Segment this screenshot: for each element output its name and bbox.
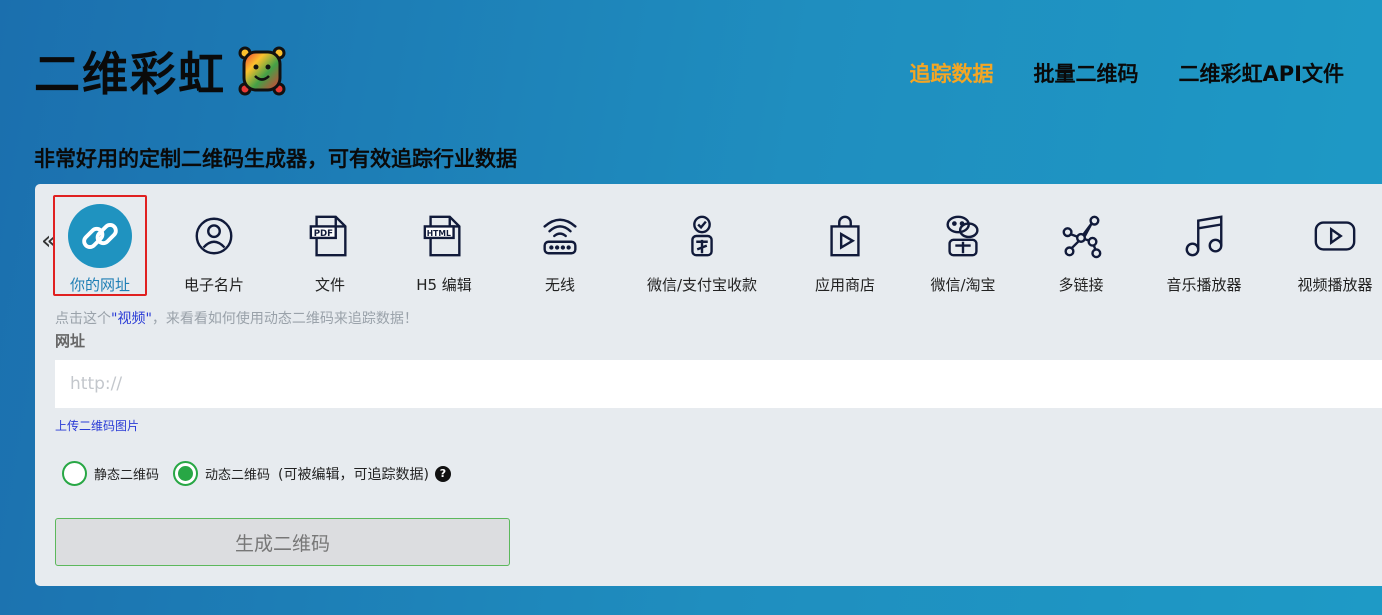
top-nav: 追踪数据 批量二维码 二维彩虹API文件 [910, 58, 1344, 88]
logo-text: 二维彩虹 [34, 47, 226, 101]
type-label: 视频播放器 [1297, 276, 1373, 294]
type-url[interactable]: 你的网址 [35, 204, 165, 295]
nav-tracking-data[interactable]: 追踪数据 [910, 58, 994, 88]
type-multi-link[interactable]: 多链接 [1016, 204, 1146, 295]
radio-circle[interactable] [62, 461, 87, 486]
type-label: H5 编辑 [416, 276, 472, 294]
type-video[interactable]: 视频播放器 [1270, 204, 1382, 295]
site-logo[interactable]: 二维彩虹 [34, 38, 286, 104]
type-file[interactable]: PDF 文件 [265, 204, 395, 295]
upload-qr-image-link[interactable]: 上传二维码图片 [55, 417, 139, 434]
nav-api-docs[interactable]: 二维彩虹API文件 [1179, 58, 1344, 88]
url-field-label: 网址 [55, 332, 86, 350]
type-label: 电子名片 [183, 276, 244, 294]
dynamic-qr-radio[interactable]: 动态二维码 (可被编辑，可追踪数据) ? [173, 461, 451, 486]
radio-circle-checked[interactable] [173, 461, 199, 486]
type-label: 微信/支付宝收款 [646, 276, 758, 294]
qr-generator-card: « 你的网址 电子名片 PDF 文件 HTML H5 编辑 无线 微信/支付宝收… [35, 184, 1382, 586]
type-label: 多链接 [1058, 276, 1104, 294]
nav-batch-qr[interactable]: 批量二维码 [1034, 58, 1139, 88]
type-music[interactable]: 音乐播放器 [1139, 204, 1269, 295]
type-label: 文件 [314, 276, 345, 294]
type-h5[interactable]: HTML H5 编辑 [379, 204, 509, 295]
url-input[interactable] [55, 360, 1382, 408]
type-label: 音乐播放器 [1166, 276, 1242, 294]
help-icon[interactable]: ? [434, 465, 451, 482]
app-store-bag-icon [830, 215, 860, 257]
pdf-file-icon: PDF [309, 215, 347, 257]
type-vcard[interactable]: 电子名片 [149, 204, 279, 295]
hint-prefix: 点击这个 [55, 311, 111, 327]
wifi-router-icon [543, 218, 577, 255]
generate-qr-button[interactable]: 生成二维码 [55, 518, 510, 566]
payment-icon [691, 215, 713, 257]
video-play-icon [1314, 221, 1356, 251]
type-payment[interactable]: 微信/支付宝收款 [637, 204, 767, 295]
html-file-icon: HTML [423, 215, 461, 257]
static-qr-label: 静态二维码 [94, 468, 160, 483]
dynamic-qr-label: 动态二维码 [205, 468, 271, 483]
type-label: 无线 [544, 276, 575, 294]
qr-type-carousel: 你的网址 电子名片 PDF 文件 HTML H5 编辑 无线 微信/支付宝收款 … [35, 184, 1382, 304]
type-wechat-taobao[interactable]: 微信/淘宝 [898, 204, 1028, 295]
type-label: 应用商店 [814, 276, 875, 294]
link-icon [82, 223, 118, 249]
type-label: 微信/淘宝 [930, 276, 996, 294]
dynamic-qr-note: (可被编辑，可追踪数据) [278, 466, 429, 483]
radio-dot [178, 466, 194, 481]
svg-text:HTML: HTML [427, 229, 451, 238]
page-tagline: 非常好用的定制二维码生成器，可有效追踪行业数据 [34, 147, 517, 171]
type-label: 你的网址 [69, 276, 130, 294]
type-app-store[interactable]: 应用商店 [780, 204, 910, 295]
static-qr-radio[interactable]: 静态二维码 [62, 461, 159, 486]
video-link[interactable]: "视频" [111, 311, 152, 327]
wechat-taobao-icon [946, 215, 979, 257]
qr-mode-options: 静态二维码 动态二维码 (可被编辑，可追踪数据) ? [62, 461, 465, 486]
type-wifi[interactable]: 无线 [495, 204, 625, 295]
music-note-icon [1185, 215, 1223, 257]
svg-text:PDF: PDF [314, 229, 333, 239]
video-hint: 点击这个"视频"，来看看如何使用动态二维码来追踪数据！ [55, 308, 418, 328]
rainbow-bear-logo-icon [238, 46, 286, 96]
user-card-icon [195, 217, 233, 255]
multi-link-icon [1062, 215, 1102, 259]
hint-suffix: ，来看看如何使用动态二维码来追踪数据！ [151, 311, 418, 327]
